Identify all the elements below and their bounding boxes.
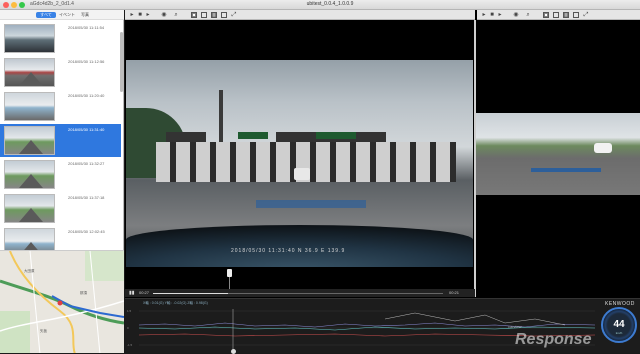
split-view-icon[interactable]: ▥ [211,12,217,18]
list-item-selected[interactable]: 2018/05/30 11:31:40 [0,124,121,157]
item-timestamp: 2018/05/30 11:32:27 [68,161,105,166]
close-window-button[interactable] [3,2,9,8]
tab-all[interactable]: すべて [36,12,56,18]
map-place-label: 大田原 [24,269,35,273]
item-timestamp: 2018/05/30 11:20:40 [68,93,105,98]
video-thumbnail [4,194,55,223]
single-view-icon[interactable] [553,12,559,18]
lane-marking [531,168,601,172]
list-item[interactable]: 2018/05/30 11:32:27 [0,158,121,191]
rear-video-view[interactable] [476,113,640,195]
video-thumbnail [4,58,55,87]
tab-photo[interactable]: 写真 [78,12,92,18]
car [294,168,310,180]
zoom-window-button[interactable] [19,2,25,8]
layout-icon[interactable]: ▣ [191,12,197,18]
camera-icon[interactable]: ◉ [161,12,167,18]
window-title: ubitest_0.0.4_1.0.0.9 [306,1,354,7]
tab-event[interactable]: イベント [57,12,77,18]
toll-sign [316,132,356,139]
watermark-prefix: carview [508,324,522,329]
list-item[interactable]: 2018/05/30 11:37:18 [0,192,121,225]
route-map[interactable]: 大田原 那須 矢板 [0,250,124,353]
map-roads [0,251,124,353]
item-timestamp: 2018/05/30 11:31:40 [68,127,105,132]
seek-progress [153,293,228,294]
fit-icon[interactable] [221,12,227,18]
item-timestamp: 2018/05/30 11:37:18 [68,195,105,200]
video-thumbnail [4,126,55,155]
stop-icon[interactable]: ■ [137,12,143,18]
item-timestamp: 2018/05/30 12:02:45 [68,229,105,234]
minimize-window-button[interactable] [11,2,17,8]
speed-gauge: 44 km/h [601,307,637,343]
playback-bar: ▮▮ 00:27 00:21 [125,289,475,297]
g-sensor-graph[interactable]: X軸 : 0.01(G) Y軸 : -0.02(G) Z軸 : 0.98(G) … [125,298,640,354]
recording-list: 2018/05/30 11:11:54 2018/05/30 11:12:56 … [0,20,124,260]
map-place-label: 矢板 [40,329,47,333]
car [594,143,612,153]
list-item[interactable]: 2018/05/30 11:11:54 [0,22,121,55]
file-name: aGdc4d2b_2_0d1.4 [30,1,74,7]
step-icon[interactable]: ▸ [497,12,503,18]
item-timestamp: 2018/05/30 11:12:56 [68,59,105,64]
seek-marker-line [229,277,230,289]
zoom-icon[interactable]: ⌕ [525,12,531,18]
split-view-icon[interactable]: ▥ [563,12,569,18]
play-icon[interactable]: ▸ [481,12,487,18]
play-pause-icon[interactable]: ▮▮ [129,290,135,296]
lane-marking [256,200,366,208]
current-time: 00:27 [139,290,150,295]
toll-sign [238,132,268,139]
video-thumbnail [4,24,55,53]
title-bar: aGdc4d2b_2_0d1.4 ubitest_0.0.4_1.0.0.9 [0,0,640,10]
layout-icon[interactable]: ▣ [543,12,549,18]
dashboard [126,225,473,267]
rear-camera-toolbar: ▸ ■ ▸ ◉ ⌕ ▣ ▥ ⤢ [477,10,640,20]
toll-roof [166,132,206,142]
zoom-icon[interactable]: ⌕ [173,12,179,18]
stop-icon[interactable]: ■ [489,12,495,18]
map-place-label: 那須 [80,291,87,295]
fullscreen-icon[interactable]: ⤢ [231,12,237,18]
sidebar: すべて イベント 写真 2018/05/30 11:11:54 2018/05/… [0,10,124,353]
list-item[interactable]: 2018/05/30 11:20:40 [0,90,121,123]
list-item[interactable]: 2018/05/30 11:12:56 [0,56,121,89]
video-overlay-text: 2018/05/30 11:31:40 N 36.9 E 139.9 [231,248,346,254]
seek-handle[interactable] [227,269,232,277]
fullscreen-icon[interactable]: ⤢ [583,12,589,18]
speed-value: 44 [613,319,625,330]
watermark: Response [515,331,592,348]
single-view-icon[interactable] [201,12,207,18]
camera-icon[interactable]: ◉ [513,12,519,18]
video-thumbnail [4,160,55,189]
item-timestamp: 2018/05/30 11:11:54 [68,25,105,30]
video-thumbnail [4,92,55,121]
total-time: 00:21 [449,290,460,295]
speed-unit: km/h [615,331,623,335]
main-area: ▸ ■ ▸ ◉ ⌕ ▣ ▥ ⤢ ▸ ■ ▸ ◉ ⌕ ▣ ▥ ⤢ 2018/05/… [125,10,640,354]
sidebar-tabs: すべて イベント 写真 [0,10,124,20]
front-video-view[interactable]: 2018/05/30 11:31:40 N 36.9 E 139.9 [126,60,473,267]
list-scrollbar[interactable] [120,32,123,92]
fit-icon[interactable] [573,12,579,18]
step-icon[interactable]: ▸ [145,12,151,18]
graph-position-marker[interactable] [231,349,236,354]
play-icon[interactable]: ▸ [129,12,135,18]
front-camera-toolbar: ▸ ■ ▸ ◉ ⌕ ▣ ▥ ⤢ [125,10,475,20]
